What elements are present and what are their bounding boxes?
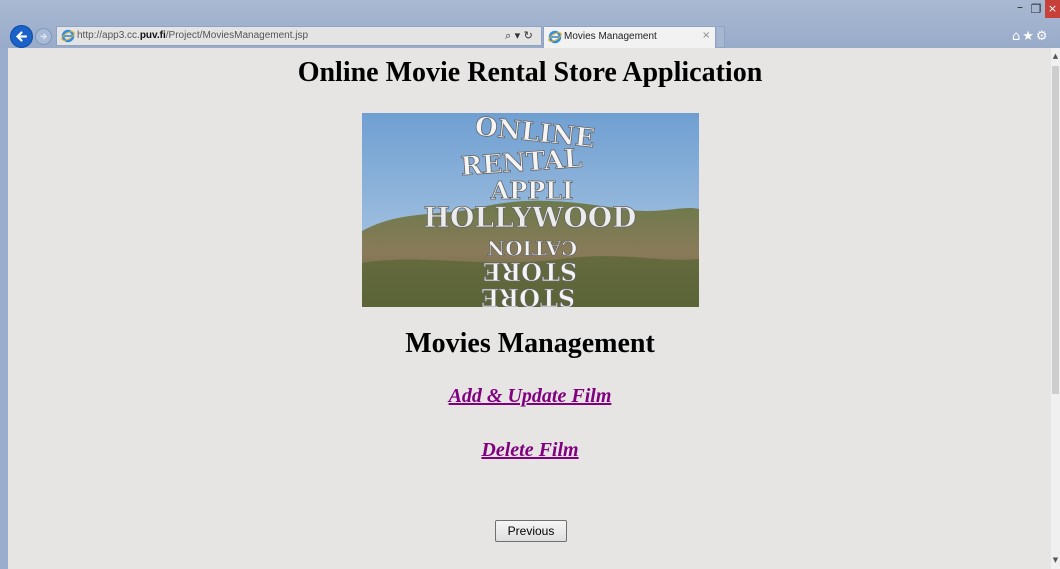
- maximize-icon[interactable]: ❐: [1028, 2, 1044, 18]
- vertical-scrollbar[interactable]: ▲ ▼: [1051, 48, 1060, 569]
- previous-button[interactable]: Previous: [495, 520, 567, 542]
- tab-label: Movies Management: [564, 31, 657, 42]
- page-title: Online Movie Rental Store Application: [297, 57, 763, 88]
- section-title: Movies Management: [405, 328, 655, 359]
- hero-text-line-5: CATION: [487, 236, 577, 260]
- window-left-border: [0, 48, 8, 569]
- hero-image-hollywood: ONLINE RENTAL APPLI HOLLYWOOD CATION STO…: [362, 113, 699, 307]
- url-path: /Project/MoviesManagement.jsp: [165, 30, 309, 41]
- new-tab-button[interactable]: [717, 26, 725, 48]
- home-favorites-settings-icons[interactable]: ⌂★⚙: [1012, 29, 1050, 44]
- address-bar[interactable]: http://app3.cc.puv.fi/Project/MoviesMana…: [56, 26, 542, 46]
- forward-button[interactable]: [35, 28, 52, 45]
- minimize-icon[interactable]: –: [1012, 0, 1028, 16]
- back-button[interactable]: [10, 25, 33, 48]
- scroll-down-icon[interactable]: ▼: [1051, 556, 1060, 564]
- address-tools-icons[interactable]: ⌕ ▾ ↻: [505, 29, 533, 43]
- close-window-icon[interactable]: ×: [1045, 0, 1060, 18]
- hero-text-line-4: HOLLYWOOD: [424, 201, 637, 234]
- url-domain: puv.fi: [139, 30, 166, 41]
- hero-text-line-7: STORE: [481, 283, 575, 307]
- tab-ie-logo-icon: [548, 30, 562, 44]
- delete-film-link[interactable]: Delete Film: [0, 439, 1060, 462]
- back-arrow-icon: [15, 31, 28, 42]
- forward-arrow-icon: [40, 33, 48, 40]
- tab-close-icon[interactable]: ×: [702, 30, 710, 41]
- ie-logo-icon: [61, 29, 75, 43]
- url-text[interactable]: http://app3.cc.puv.fi/Project/MoviesMana…: [77, 30, 308, 41]
- hero-text-line-6: STORE: [483, 257, 577, 286]
- url-prefix: http://app3.cc.: [77, 30, 140, 41]
- browser-titlebar: http://app3.cc.puv.fi/Project/MoviesMana…: [0, 0, 1060, 48]
- add-update-film-link[interactable]: Add & Update Film: [0, 385, 1060, 408]
- tab-movies-management[interactable]: Movies Management ×: [543, 26, 716, 48]
